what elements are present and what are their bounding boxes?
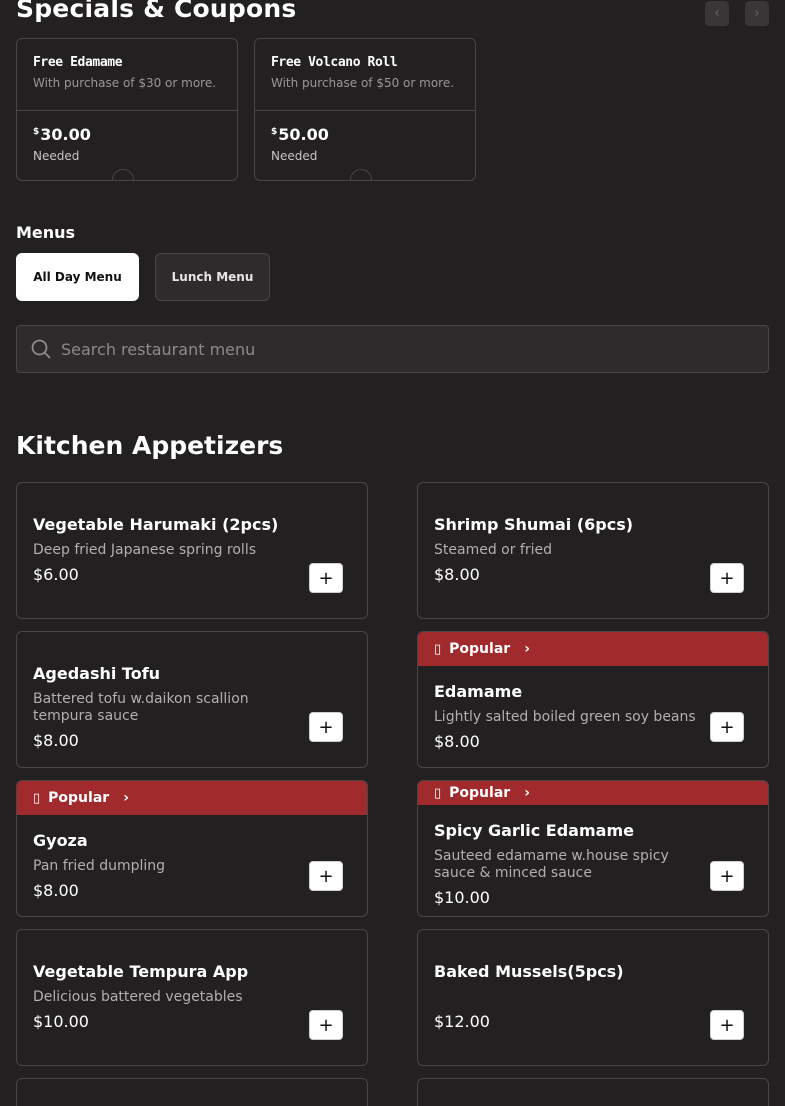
flame-icon: ▯ xyxy=(33,790,41,806)
coupon-title: Free Edamame xyxy=(33,55,123,70)
item-price: $8.00 xyxy=(434,565,480,584)
add-item-button[interactable]: + xyxy=(309,563,343,593)
item-price: $8.00 xyxy=(33,881,79,900)
item-description xyxy=(434,989,704,1006)
specials-title: Specials & Coupons xyxy=(16,0,297,23)
plus-icon: + xyxy=(318,567,334,589)
menu-item-card[interactable]: ▯ Popular › Edamame Lightly salted boile… xyxy=(417,631,769,768)
menu-item-card[interactable]: Vegetable Tempura App Delicious battered… xyxy=(16,929,368,1066)
coupon-subtitle: With purchase of $30 or more. xyxy=(33,76,217,90)
category-title: Kitchen Appetizers xyxy=(16,431,284,460)
coupon-card[interactable]: Free Volcano Roll With purchase of $50 o… xyxy=(254,38,476,181)
item-name: Agedashi Tofu xyxy=(33,664,161,683)
item-description: Deep fried Japanese spring rolls xyxy=(33,542,257,558)
chevron-right-icon: › xyxy=(754,6,760,21)
item-description: Pan fried dumpling xyxy=(33,858,166,874)
add-item-button[interactable]: + xyxy=(710,563,744,593)
add-item-button[interactable]: + xyxy=(309,861,343,891)
item-description: Steamed or fried xyxy=(434,542,553,558)
coupon-amount: $30.00 xyxy=(33,125,91,144)
item-price: $10.00 xyxy=(434,888,490,907)
menu-item-card[interactable] xyxy=(16,1078,368,1106)
item-price: $6.00 xyxy=(33,565,79,584)
coupon-notch xyxy=(350,169,372,180)
plus-icon: + xyxy=(318,865,334,887)
coupon-notch xyxy=(112,169,134,180)
item-name: Gyoza xyxy=(33,831,88,850)
add-item-button[interactable]: + xyxy=(710,1010,744,1040)
item-price: $10.00 xyxy=(33,1012,89,1031)
item-price: $12.00 xyxy=(434,1012,490,1031)
popular-badge[interactable]: ▯ Popular › xyxy=(418,632,768,666)
chevron-right-icon: › xyxy=(524,641,530,657)
coupon-needed-label: Needed xyxy=(33,149,80,163)
chevron-right-icon: › xyxy=(524,785,530,801)
chevron-left-icon: ‹ xyxy=(714,6,720,21)
chevron-right-icon: › xyxy=(123,790,129,806)
menu-item-card[interactable]: ▯ Popular › Spicy Garlic Edamame Sauteed… xyxy=(417,780,769,917)
menu-item-card[interactable]: Baked Mussels(5pcs) $12.00 + xyxy=(417,929,769,1066)
coupon-amount: $50.00 xyxy=(271,125,329,144)
plus-icon: + xyxy=(719,1014,735,1036)
tab-lunch-menu[interactable]: Lunch Menu xyxy=(155,253,270,301)
plus-icon: + xyxy=(318,716,334,738)
plus-icon: + xyxy=(719,716,735,738)
item-description: Sauteed edamame w.house spicy sauce & mi… xyxy=(434,848,669,881)
item-name: Shrimp Shumai (6pcs) xyxy=(434,515,634,534)
popular-label: Popular xyxy=(449,785,511,801)
menu-item-card[interactable]: Vegetable Harumaki (2pcs) Deep fried Jap… xyxy=(16,482,368,619)
coupon-next-button[interactable]: › xyxy=(745,1,769,26)
search-input[interactable] xyxy=(61,339,741,359)
item-name: Edamame xyxy=(434,682,523,701)
popular-badge[interactable]: ▯ Popular › xyxy=(17,781,367,815)
item-description: Battered tofu w.daikon scallion tempura … xyxy=(33,691,249,724)
search-icon xyxy=(31,339,51,359)
add-item-button[interactable]: + xyxy=(309,712,343,742)
item-price: $8.00 xyxy=(33,731,79,750)
plus-icon: + xyxy=(719,865,735,887)
item-description: Delicious battered vegetables xyxy=(33,989,243,1005)
menu-item-card[interactable]: Agedashi Tofu Battered tofu w.daikon sca… xyxy=(16,631,368,768)
popular-label: Popular xyxy=(48,790,110,806)
item-name: Vegetable Tempura App xyxy=(33,962,249,981)
item-name: Spicy Garlic Edamame xyxy=(434,821,634,840)
menus-label: Menus xyxy=(16,223,76,242)
add-item-button[interactable]: + xyxy=(710,861,744,891)
menu-item-card[interactable]: Shrimp Shumai (6pcs) Steamed or fried $8… xyxy=(417,482,769,619)
add-item-button[interactable]: + xyxy=(309,1010,343,1040)
coupon-prev-button[interactable]: ‹ xyxy=(705,1,729,26)
item-description: Lightly salted boiled green soy beans xyxy=(434,709,696,725)
coupon-needed-label: Needed xyxy=(271,149,318,163)
tab-all-day-menu[interactable]: All Day Menu xyxy=(16,253,139,301)
popular-badge[interactable]: ▯ Popular › xyxy=(418,781,768,805)
item-price: $8.00 xyxy=(434,732,480,751)
coupon-subtitle: With purchase of $50 or more. xyxy=(271,76,455,90)
item-name: Baked Mussels(5pcs) xyxy=(434,962,624,981)
coupon-card[interactable]: Free Edamame With purchase of $30 or mor… xyxy=(16,38,238,181)
popular-label: Popular xyxy=(449,641,511,657)
plus-icon: + xyxy=(318,1014,334,1036)
item-name: Vegetable Harumaki (2pcs) xyxy=(33,515,279,534)
plus-icon: + xyxy=(719,567,735,589)
add-item-button[interactable]: + xyxy=(710,712,744,742)
flame-icon: ▯ xyxy=(434,641,442,657)
menu-item-card[interactable] xyxy=(417,1078,769,1106)
flame-icon: ▯ xyxy=(434,785,442,801)
menu-item-card[interactable]: ▯ Popular › Gyoza Pan fried dumpling $8.… xyxy=(16,780,368,917)
coupon-title: Free Volcano Roll xyxy=(271,55,398,70)
search-bar[interactable] xyxy=(16,325,769,373)
